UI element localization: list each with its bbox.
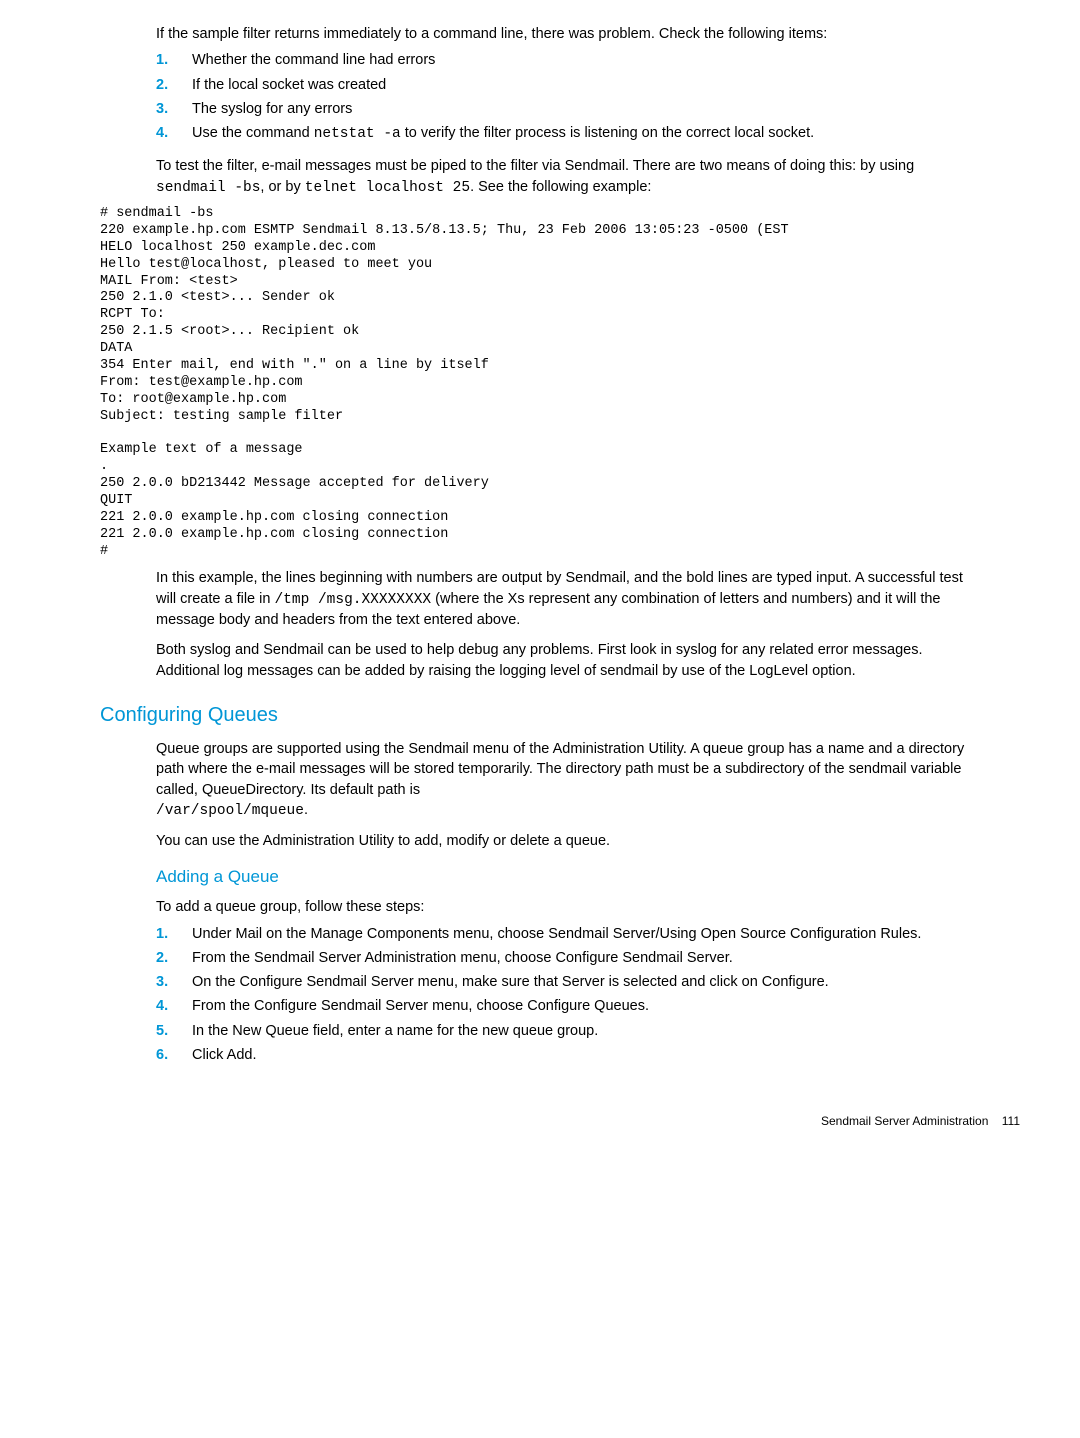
inline-code: sendmail -bs [156, 180, 260, 196]
text-fragment: Use the command [192, 125, 314, 141]
sendmail-example-block: # sendmail -bs 220 example.hp.com ESMTP … [100, 206, 980, 560]
queues-paragraph-2: You can use the Administration Utility t… [156, 831, 980, 851]
after-code-paragraph-2: Both syslog and Sendmail can be used to … [156, 640, 980, 681]
intro-check-list: 1. Whether the command line had errors 2… [156, 50, 980, 144]
list-text: Under Mail on the Manage Components menu… [192, 924, 980, 944]
text-fragment: . [304, 802, 308, 818]
queues-paragraph-1: Queue groups are supported using the Sen… [156, 739, 980, 821]
step-item: 6. Click Add. [156, 1045, 980, 1065]
step-item: 3. On the Configure Sendmail Server menu… [156, 972, 980, 992]
list-text: Use the command netstat -a to verify the… [192, 123, 980, 144]
inline-code: /tmp /msg.XXXXXXXX [274, 592, 431, 608]
text-fragment: , or by [260, 179, 304, 195]
list-number: 2. [156, 948, 174, 968]
list-number: 5. [156, 1021, 174, 1041]
inline-code: /var/spool/mqueue [156, 803, 304, 819]
list-text: On the Configure Sendmail Server menu, m… [192, 972, 980, 992]
step-item: 4. From the Configure Sendmail Server me… [156, 996, 980, 1016]
list-text: From the Configure Sendmail Server menu,… [192, 996, 980, 1016]
text-fragment: To test the filter, e-mail messages must… [156, 158, 914, 174]
adding-queue-heading: Adding a Queue [156, 865, 980, 889]
step-item: 2. From the Sendmail Server Administrati… [156, 948, 980, 968]
list-number: 1. [156, 50, 174, 70]
list-number: 4. [156, 123, 174, 144]
check-item: 1. Whether the command line had errors [156, 50, 980, 70]
inline-code: netstat -a [314, 126, 401, 142]
step-item: 5. In the New Queue field, enter a name … [156, 1021, 980, 1041]
list-text: Whether the command line had errors [192, 50, 980, 70]
list-number: 6. [156, 1045, 174, 1065]
list-text: If the local socket was created [192, 75, 980, 95]
list-text: Click Add. [192, 1045, 980, 1065]
list-text: The syslog for any errors [192, 99, 980, 119]
check-item: 3. The syslog for any errors [156, 99, 980, 119]
after-code-paragraph-1: In this example, the lines beginning wit… [156, 568, 980, 630]
text-fragment: to verify the filter process is listenin… [401, 125, 814, 141]
list-number: 4. [156, 996, 174, 1016]
adding-queue-steps: 1. Under Mail on the Manage Components m… [156, 924, 980, 1066]
page-footer: Sendmail Server Administration 111 [100, 1113, 1020, 1130]
text-fragment: . See the following example: [470, 179, 651, 195]
check-item: 4. Use the command netstat -a to verify … [156, 123, 980, 144]
check-item: 2. If the local socket was created [156, 75, 980, 95]
footer-label: Sendmail Server Administration [821, 1114, 988, 1128]
list-text: In the New Queue field, enter a name for… [192, 1021, 980, 1041]
list-number: 3. [156, 99, 174, 119]
configuring-queues-heading: Configuring Queues [100, 701, 980, 729]
page-number: 111 [1002, 1114, 1020, 1128]
adding-queue-intro: To add a queue group, follow these steps… [156, 897, 980, 917]
inline-code: telnet localhost 25 [305, 180, 470, 196]
list-number: 3. [156, 972, 174, 992]
intro-paragraph-2: To test the filter, e-mail messages must… [156, 156, 980, 198]
text-fragment: Queue groups are supported using the Sen… [156, 741, 964, 798]
step-item: 1. Under Mail on the Manage Components m… [156, 924, 980, 944]
list-number: 2. [156, 75, 174, 95]
list-text: From the Sendmail Server Administration … [192, 948, 980, 968]
intro-paragraph-1: If the sample filter returns immediately… [156, 24, 980, 44]
list-number: 1. [156, 924, 174, 944]
